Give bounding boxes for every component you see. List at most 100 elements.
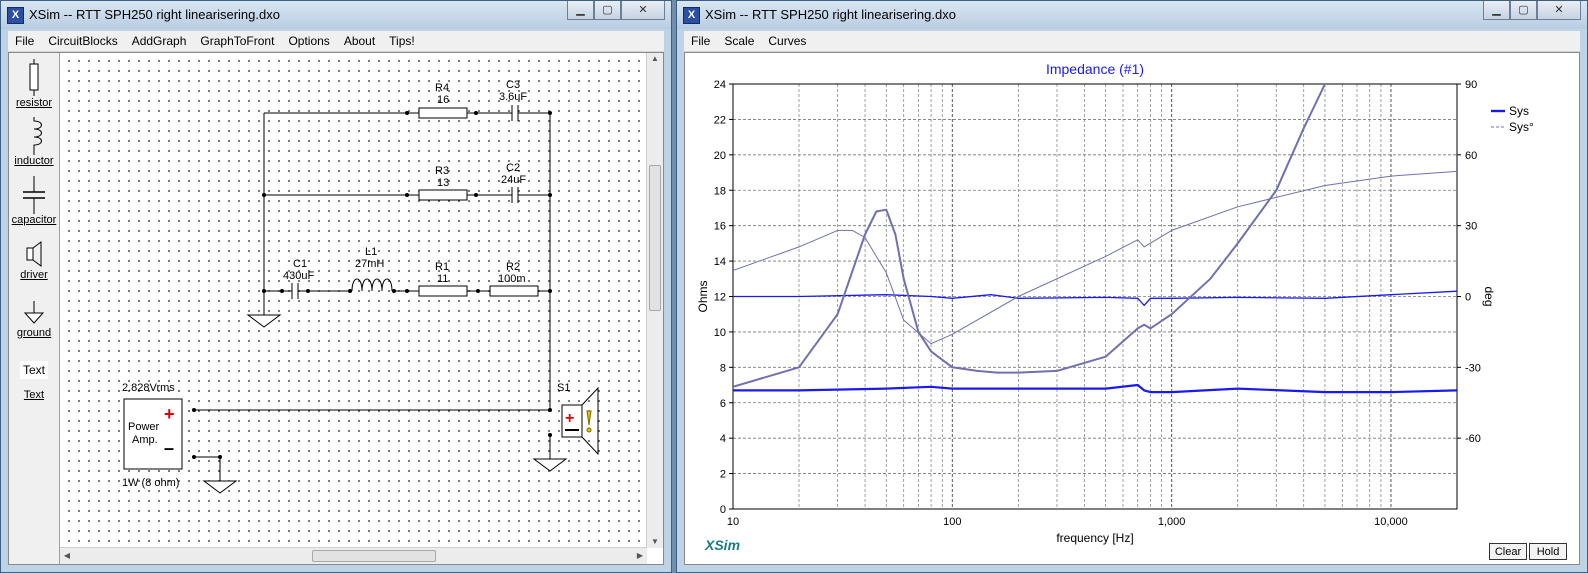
y-tick-label: 8 — [720, 362, 726, 374]
xsim-brand-logo: XSim — [704, 537, 740, 553]
menu-scale[interactable]: Scale — [717, 31, 761, 51]
y-tick-label: 14 — [714, 256, 726, 268]
legend-label-sys-deg: Sys° — [1509, 120, 1534, 134]
l1-name: L1 — [365, 246, 378, 258]
clear-button[interactable]: Clear — [1489, 543, 1527, 560]
schematic-wiring: + — [123, 105, 599, 494]
driver-name: S1 — [557, 382, 571, 394]
r1-value: 11 — [437, 273, 449, 285]
app-icon: X — [683, 7, 700, 24]
chart-title: Impedance (#1) — [1046, 61, 1144, 77]
amp-label-power: Power — [128, 421, 160, 433]
title-bar[interactable]: X XSim -- RTT SPH250 right linearisering… — [677, 1, 1587, 29]
tool-label: resistor — [15, 97, 53, 109]
amp-voltage: 2.828Vrms — [122, 382, 175, 394]
minimize-button[interactable]: ▁ — [1483, 1, 1510, 20]
vertical-scrollbar[interactable]: ▲ ▼ — [646, 53, 663, 548]
amp-plus-terminal: + — [164, 404, 175, 424]
title-bar[interactable]: X XSim -- RTT SPH250 right linearisering… — [1, 1, 671, 29]
menu-graphtofront[interactable]: GraphToFront — [193, 31, 281, 51]
scroll-down-icon[interactable]: ▼ — [648, 536, 662, 548]
r4-value: 16 — [437, 94, 450, 106]
minimize-button[interactable]: ▁ — [567, 1, 594, 20]
y-tick-label: 4 — [720, 433, 726, 445]
menu-about[interactable]: About — [337, 31, 382, 51]
x-tick-label: 10 — [727, 516, 739, 528]
tool-label: capacitor — [11, 214, 57, 226]
maximize-button[interactable]: ▢ — [1510, 1, 1537, 20]
r3-value: 13 — [437, 177, 450, 189]
y2-tick-label: -60 — [1465, 433, 1481, 445]
menu-bar: File Scale Curves — [684, 31, 1580, 52]
menu-curves[interactable]: Curves — [761, 31, 813, 51]
graph-client: 0 2 4 6 8 10 12 14 16 18 20 22 24 -60 -30 0 30 60 90 10 100 1… — [684, 52, 1580, 565]
component-toolbox: resistor inductor capacitor driver groun… — [9, 53, 60, 564]
hold-button[interactable]: Hold — [1529, 543, 1567, 560]
c1-name: C1 — [293, 258, 308, 270]
y2-tick-label: 60 — [1465, 150, 1477, 162]
horizontal-scrollbar[interactable]: ◀ ▶ — [60, 547, 647, 564]
tool-label: Text — [23, 389, 45, 401]
horizontal-scroll-thumb[interactable] — [312, 550, 436, 562]
scroll-right-icon[interactable]: ▶ — [633, 550, 647, 562]
y-tick-label: 10 — [714, 327, 726, 339]
amp-label-amp: Amp. — [132, 434, 158, 446]
y-tick-label: 20 — [714, 150, 726, 162]
y-tick-label: 12 — [714, 292, 726, 304]
tool-label: inductor — [14, 155, 54, 167]
y-tick-label: 18 — [714, 185, 726, 197]
y-tick-label: 6 — [720, 398, 726, 410]
app-icon: X — [7, 7, 24, 24]
tool-ground[interactable]: ground — [9, 299, 59, 339]
maximize-button[interactable]: ▢ — [594, 1, 621, 20]
r3-name: R3 — [435, 165, 450, 177]
menu-file[interactable]: File — [8, 31, 41, 51]
amp-minus-terminal: – — [164, 438, 175, 458]
circuit-window: X XSim -- RTT SPH250 right linearisering… — [0, 0, 672, 573]
svg-text:+: + — [565, 410, 574, 427]
inductor-icon — [33, 117, 42, 155]
ground-icon — [23, 301, 45, 324]
scroll-up-icon[interactable]: ▲ — [648, 53, 662, 65]
capacitor-icon — [23, 176, 45, 214]
y2-axis-label: deg — [1482, 286, 1496, 306]
window-title: XSim -- RTT SPH250 right linearisering.d… — [29, 7, 280, 22]
scroll-left-icon[interactable]: ◀ — [60, 550, 74, 562]
menu-bar: File CircuitBlocks AddGraph GraphToFront… — [8, 31, 664, 52]
vertical-scroll-thumb[interactable] — [649, 165, 661, 311]
speaker-icon — [26, 241, 42, 267]
close-button[interactable]: ✕ — [621, 1, 665, 20]
r4-name: R4 — [435, 82, 450, 94]
circuit-client: resistor inductor capacitor driver groun… — [8, 52, 664, 565]
l1-value: 27mH — [355, 258, 385, 270]
y-tick-label: 22 — [714, 114, 726, 126]
tool-inductor[interactable]: inductor — [9, 117, 59, 167]
menu-options[interactable]: Options — [281, 31, 336, 51]
c2-name: C2 — [506, 162, 521, 174]
menu-addgraph[interactable]: AddGraph — [125, 31, 194, 51]
y2-tick-label: 30 — [1465, 221, 1477, 233]
menu-tips[interactable]: Tips! — [382, 31, 422, 51]
r2-value: 100m — [498, 273, 526, 285]
c1-value: 430uF — [283, 270, 315, 282]
c3-value: 3.6uF — [499, 91, 528, 103]
window-title: XSim -- RTT SPH250 right linearisering.d… — [705, 7, 956, 22]
tool-capacitor[interactable]: capacitor — [9, 176, 59, 226]
tool-driver[interactable]: driver — [9, 239, 59, 281]
tool-text[interactable]: Text Text — [9, 361, 59, 401]
menu-circuitblocks[interactable]: CircuitBlocks — [41, 31, 124, 51]
close-button[interactable]: ✕ — [1537, 1, 1581, 20]
legend-label-sys: Sys — [1509, 104, 1529, 118]
y-tick-label: 16 — [714, 221, 726, 233]
resistor-icon — [29, 59, 39, 96]
y-axis-label: Ohms — [696, 280, 710, 312]
graph-window: X XSim -- RTT SPH250 right linearisering… — [676, 0, 1588, 573]
menu-file[interactable]: File — [684, 31, 717, 51]
y2-tick-label: -30 — [1465, 362, 1481, 374]
c2-value: 24uF — [501, 174, 527, 186]
impedance-chart[interactable]: 024681012141618202224-60-30030609010 100 1… — [685, 53, 1580, 565]
amp-power-rating: 1W (8 ohm) — [122, 477, 180, 489]
tool-resistor[interactable]: resistor — [9, 59, 59, 109]
schematic-canvas[interactable]: + R4 16 C3 3.6uF R3 13 C2 24uF C1 430uF … — [60, 53, 647, 548]
r1-name: R1 — [435, 261, 450, 273]
